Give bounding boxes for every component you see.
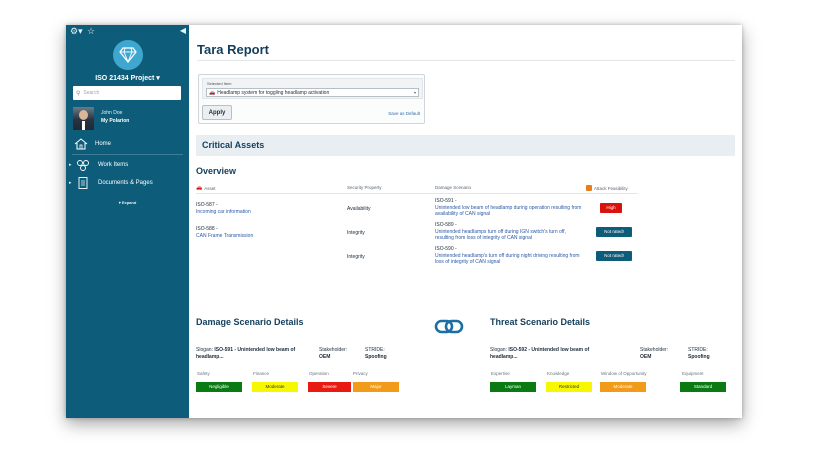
sidebar-item-label: Home	[95, 140, 112, 147]
impact-label-safety: Safety	[197, 371, 210, 376]
selected-item-label: Selected Item	[207, 81, 232, 86]
asset-link[interactable]: CAN Frame Transmission	[196, 233, 336, 240]
selected-item-value: Headlamp system for toggling headlamp ac…	[217, 89, 330, 96]
damage-scenario-link[interactable]: Unintended headlamp's turn off during ni…	[435, 253, 585, 266]
project-selector[interactable]: ISO 21434 Project ▾	[66, 74, 189, 82]
project-name: ISO 21434 Project	[95, 75, 155, 82]
selected-item-dropdown[interactable]: 🚗 Headlamp system for toggling headlamp …	[206, 88, 419, 97]
section-header: Critical Assets	[196, 135, 735, 156]
attack-level-knowledge: Restricted	[546, 382, 592, 392]
divider	[197, 60, 735, 61]
damage-slogan: Slogan: ISO-591 - Unintended low beam of…	[196, 347, 296, 360]
attack-label-equipment: Equipment	[682, 371, 704, 376]
threat-stakeholder: Stakeholder: OEM	[640, 347, 669, 360]
work-items-icon	[77, 160, 89, 171]
table-header-divider	[196, 193, 638, 194]
security-property: Integrity	[347, 230, 365, 236]
column-header-damage-scenario: Damage Scenario	[435, 185, 472, 190]
gear-icon[interactable]: ⚙▾	[70, 26, 83, 37]
attack-level-equipment: Standard	[680, 382, 726, 392]
sidebar: ⚙▾ ☆ ◀ ISO 21434 Project ▾ ⚲ Search John…	[66, 25, 189, 418]
page-title: Tara Report	[197, 42, 269, 57]
application-window: ⚙▾ ☆ ◀ ISO 21434 Project ▾ ⚲ Search John…	[66, 25, 742, 418]
damage-stakeholder: Stakeholder: OEM	[319, 347, 348, 360]
sidebar-item-documents[interactable]: ▸ Documents & Pages	[69, 177, 187, 189]
column-header-security-property: Security Property	[347, 185, 382, 190]
link-chain-icon	[434, 319, 464, 334]
item-selector-panel: Selected Item 🚗 Headlamp system for togg…	[198, 74, 425, 124]
impact-level-finance: Moderate	[252, 382, 298, 392]
attack-label-knowledge: Knowledge	[547, 371, 570, 376]
security-property: Integrity	[347, 254, 365, 260]
damage-scenario: ISO-591 - Unintended low beam of headlam…	[435, 198, 585, 218]
threat-scenario-details-title: Threat Scenario Details	[490, 317, 591, 327]
chevron-right-icon: ▸	[69, 162, 72, 168]
sidebar-item-home[interactable]: Home	[74, 137, 184, 150]
user-profile[interactable]: John Doe My Polarion	[73, 107, 183, 131]
chevron-left-icon[interactable]: ◀	[180, 26, 186, 35]
sidebar-divider	[72, 154, 183, 155]
project-logo-icon	[113, 40, 143, 70]
table-row-asset: ISO-588 - CAN Frame Transmission	[196, 226, 336, 239]
chevron-right-icon: ▸	[69, 180, 72, 186]
expand-link[interactable]: ▾ Expand	[66, 200, 189, 205]
impact-label-operation: Operation	[309, 371, 329, 376]
main-content: Tara Report Selected Item 🚗 Headlamp sys…	[189, 25, 742, 418]
chevron-down-icon: ▾	[156, 75, 160, 82]
car-icon: 🚗	[209, 89, 216, 96]
asset-icon: 🚗	[196, 185, 203, 191]
impact-level-operation: Severe	[308, 382, 351, 392]
my-polarion-link[interactable]: My Polarion	[101, 118, 129, 124]
column-header-asset: 🚗 Asset	[196, 185, 216, 191]
feasibility-badge: High	[600, 203, 622, 213]
attack-label-window-of-opportunity: Window of Opportunity	[601, 371, 647, 376]
damage-scenario-link[interactable]: Unintended low beam of headlamp during o…	[435, 205, 585, 218]
impact-label-privacy: Privacy	[353, 371, 368, 376]
save-as-default-link[interactable]: Save as Default	[388, 111, 420, 116]
search-icon: ⚲	[76, 90, 81, 97]
sidebar-toolbar: ⚙▾ ☆ ◀	[66, 25, 189, 39]
star-icon[interactable]: ☆	[87, 26, 95, 37]
threat-slogan: Slogan: ISO-592 - Unintended low beam of…	[490, 347, 590, 360]
damage-scenario-link[interactable]: Unintended headlamps turn off during IGN…	[435, 229, 585, 242]
sidebar-item-label: Work Items	[98, 162, 129, 168]
apply-button[interactable]: Apply	[202, 105, 232, 120]
column-header-attack-feasibility: Attack Feasibility	[586, 185, 628, 191]
damage-scenario: ISO-590 - Unintended headlamp's turn off…	[435, 246, 585, 266]
damage-scenario-details-title: Damage Scenario Details	[196, 317, 304, 327]
feasibility-badge: Not rated!	[596, 227, 632, 237]
damage-stride: STRIDE: Spoofing	[365, 347, 387, 360]
security-property: Availability	[347, 206, 371, 212]
search-input[interactable]: ⚲ Search	[73, 86, 181, 100]
selected-item-group: Selected Item 🚗 Headlamp system for togg…	[202, 78, 423, 99]
attack-level-window-of-opportunity: Moderate	[600, 382, 646, 392]
search-placeholder: Search	[83, 90, 100, 96]
sidebar-item-label: Documents & Pages	[98, 180, 153, 186]
damage-scenario: ISO-589 - Unintended headlamps turn off …	[435, 222, 585, 242]
attack-label-expertise: Expertise	[491, 371, 510, 376]
impact-level-safety: Negligible	[196, 382, 242, 392]
overview-heading: Overview	[196, 166, 237, 176]
table-row-asset: ISO-587 - Incoming car information	[196, 202, 336, 215]
threat-stride: STRIDE: Spoofing	[688, 347, 710, 360]
feasibility-icon	[586, 185, 592, 191]
sidebar-item-work-items[interactable]: ▸ Work Items	[69, 159, 187, 171]
section-title: Critical Assets	[202, 140, 265, 150]
asset-link[interactable]: Incoming car information	[196, 209, 336, 216]
chevron-down-icon: ▾	[413, 90, 416, 95]
home-icon	[74, 137, 88, 149]
impact-label-finance: Finance	[253, 371, 270, 376]
document-icon	[78, 177, 88, 189]
avatar	[73, 107, 94, 130]
feasibility-badge: Not rated!	[596, 251, 632, 261]
attack-level-expertise: Layman	[490, 382, 536, 392]
impact-level-privacy: Major	[353, 382, 399, 392]
user-name: John Doe	[101, 110, 123, 116]
